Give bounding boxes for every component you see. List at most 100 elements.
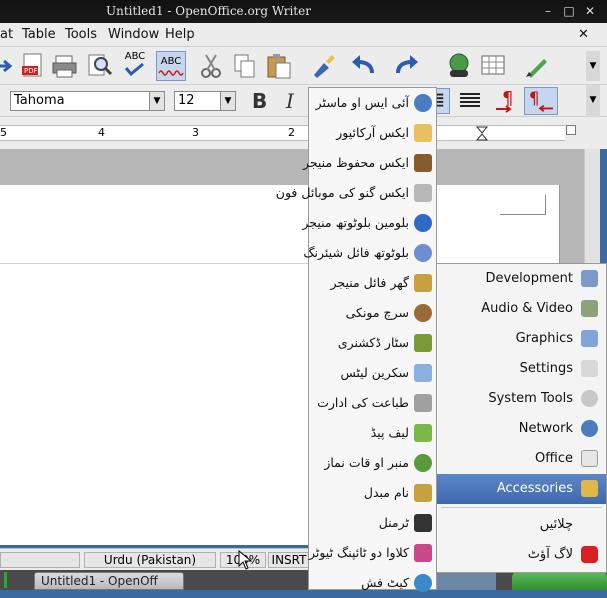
renamer-icon	[414, 484, 432, 502]
dictionary-icon	[414, 334, 432, 352]
italic-button[interactable]: I	[286, 89, 294, 113]
font-name-value: Tahoma	[14, 93, 65, 108]
export-pdf-icon[interactable]: PDF	[18, 51, 48, 81]
menu-item-graphics[interactable]: Graphics	[437, 324, 606, 354]
submenu-item[interactable]: سٹار ڈکشنری	[309, 328, 436, 358]
archiver-icon	[414, 124, 432, 142]
bluetooth-icon	[414, 214, 432, 232]
menu-item-label: Office	[535, 451, 573, 466]
file-manager-icon	[414, 274, 432, 292]
submenu-item[interactable]: بلوٹوتھ فائل شیئرنگ	[303, 238, 436, 268]
left-to-right-icon[interactable]: ¶	[492, 87, 522, 115]
redo-icon[interactable]	[392, 51, 422, 81]
system-tools-icon	[581, 390, 598, 407]
minimize-button[interactable]: –	[540, 3, 556, 19]
spellcheck-button[interactable]: ABC	[120, 51, 150, 81]
undo-icon[interactable]	[348, 51, 378, 81]
indent-marker-icon[interactable]	[476, 126, 488, 141]
font-size-combo[interactable]: 12 ▼	[174, 91, 236, 111]
prayer-times-icon	[414, 454, 432, 472]
submenu-item[interactable]: گھر فائل منیجر	[309, 268, 436, 298]
submenu-item[interactable]: بلومین بلوٹوتھ منیجر	[302, 208, 436, 238]
menu-tools[interactable]: Tools	[65, 27, 97, 42]
menu-item-settings[interactable]: Settings	[437, 354, 606, 384]
menu-item-label: Network	[518, 421, 573, 436]
checkmark-icon	[124, 62, 144, 77]
submenu-item-label: کیٹ فش	[361, 575, 409, 590]
close-document-button[interactable]: ✕	[578, 27, 589, 42]
show-draw-functions-icon[interactable]	[522, 51, 552, 81]
submenu-item[interactable]: آئی ایس او ماسٹر	[309, 88, 436, 118]
close-window-button[interactable]: ✕	[582, 3, 598, 19]
menu-item-office[interactable]: Office	[437, 444, 606, 474]
submenu-item-label: گھر فائل منیجر	[330, 275, 410, 290]
align-justify-full-icon[interactable]	[456, 88, 484, 114]
menu-item-run[interactable]: چلائیں	[437, 510, 606, 540]
menu-item-accessories[interactable]: Accessories	[437, 474, 606, 504]
menu-format[interactable]: at	[0, 27, 13, 42]
taskbar-button-label: Untitled1 - OpenOff	[41, 574, 158, 588]
menu-bar: at Table Tools Window Help ✕	[0, 23, 607, 47]
navigator-icon[interactable]	[444, 51, 474, 81]
ruler-tick: 5	[0, 126, 7, 139]
accessories-icon	[581, 480, 598, 497]
taskbar-button-writer[interactable]: Untitled1 - OpenOff	[34, 572, 184, 590]
cut-icon[interactable]	[196, 51, 226, 81]
main-menu: Development Audio & Video Graphics Setti…	[436, 263, 607, 573]
ruler-tick: 2	[288, 126, 295, 139]
print-preview-icon[interactable]	[84, 51, 114, 81]
submenu-item-label: آئی ایس او ماسٹر	[315, 95, 409, 110]
taskbar-indicator	[4, 572, 7, 588]
submenu-item[interactable]: منبر او قات نماز	[309, 448, 436, 478]
menu-item-label: Settings	[519, 361, 573, 376]
right-to-left-icon[interactable]: ¶	[524, 87, 558, 115]
submenu-item[interactable]: ایکس گنو کی موبائل فون	[276, 178, 436, 208]
svg-text:¶: ¶	[529, 88, 540, 108]
submenu-item[interactable]: ایکس آرکائیور	[309, 118, 436, 148]
submenu-item-label: طباعت کی ادارت	[317, 395, 409, 410]
submenu-item[interactable]: ٹرمنل	[309, 508, 436, 538]
chevron-down-icon[interactable]: ▼	[149, 92, 164, 110]
maximize-button[interactable]: □	[561, 3, 577, 19]
submenu-item-label: منبر او قات نماز	[324, 455, 409, 470]
submenu-item[interactable]: کلاوا دو ٹائپنگ ٹیوٹر	[309, 538, 436, 568]
submenu-item[interactable]: ایکس محفوظ منیجر	[303, 148, 436, 178]
submenu-item[interactable]: طباعت کی ادارت	[309, 388, 436, 418]
toolbar-overflow-button[interactable]: ▼	[586, 51, 600, 81]
submenu-item[interactable]: سکرین لیٹس	[309, 358, 436, 388]
format-paintbrush-icon[interactable]	[308, 51, 338, 81]
submenu-item[interactable]: کیٹ فش	[309, 568, 436, 598]
menu-item-development[interactable]: Development	[437, 264, 606, 294]
paste-icon[interactable]	[264, 51, 294, 81]
menu-item-system-tools[interactable]: System Tools	[437, 384, 606, 414]
submenu-item[interactable]: سرچ مونکی	[309, 298, 436, 328]
autospellcheck-button[interactable]: ABC	[156, 51, 186, 81]
status-insert-mode[interactable]: INSRT	[268, 552, 310, 568]
copy-icon[interactable]	[230, 51, 260, 81]
start-button[interactable]	[512, 570, 607, 590]
submenu-item[interactable]: لیف پیڈ	[309, 418, 436, 448]
menu-window[interactable]: Window	[108, 27, 159, 42]
font-name-combo[interactable]: Tahoma ▼	[10, 91, 165, 111]
menu-help[interactable]: Help	[165, 27, 195, 42]
tab-type-button[interactable]	[566, 125, 576, 135]
menu-item-network[interactable]: Network	[437, 414, 606, 444]
submenu-item-label: نام مبدل	[363, 485, 409, 500]
ruler-strip[interactable]: 5 4 3 2	[0, 125, 565, 141]
bold-button[interactable]: B	[252, 89, 267, 113]
menu-item-logout[interactable]: لاگ آؤٹ	[437, 540, 606, 570]
network-icon	[581, 420, 598, 437]
tray-icons[interactable]	[436, 572, 496, 590]
menu-table[interactable]: Table	[22, 27, 56, 42]
table-icon[interactable]	[478, 51, 508, 81]
submenu-item[interactable]: نام مبدل	[309, 478, 436, 508]
formatting-overflow-button[interactable]: ▼	[586, 85, 600, 117]
chevron-down-icon[interactable]: ▼	[220, 92, 235, 110]
print-icon[interactable]	[50, 51, 80, 81]
taskbar: Untitled1 - OpenOff	[0, 570, 607, 590]
menu-item-audio-video[interactable]: Audio & Video	[437, 294, 606, 324]
ruler-tick: 4	[98, 126, 105, 139]
settings-icon	[581, 360, 598, 377]
status-language[interactable]: Urdu (Pakistan)	[84, 552, 216, 568]
submenu-item-label: ٹرمنل	[378, 515, 409, 530]
